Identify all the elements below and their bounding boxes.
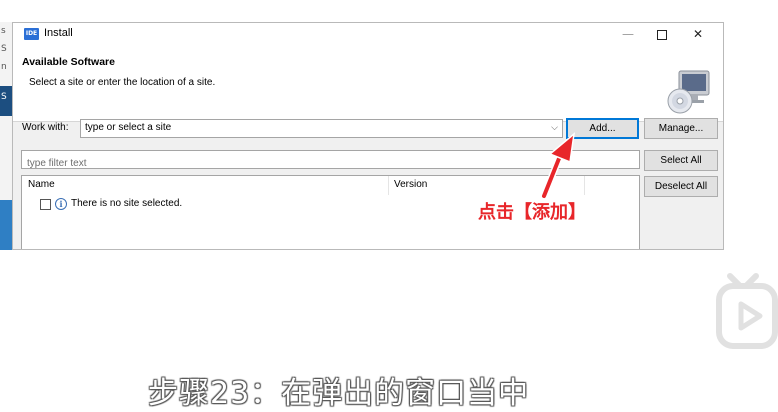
column-divider[interactable] bbox=[388, 176, 389, 195]
work-with-combo[interactable]: type or select a site ⌵ bbox=[80, 119, 563, 138]
select-all-button[interactable]: Select All bbox=[644, 150, 718, 171]
annotation-arrow-icon bbox=[540, 132, 576, 200]
title-bar[interactable]: IDE Install — ✕ bbox=[13, 23, 723, 45]
row-message: There is no site selected. bbox=[71, 198, 183, 209]
install-dialog: IDE Install — ✕ Available Software Selec… bbox=[12, 22, 724, 250]
wizard-header: Available Software Select a site or ente… bbox=[13, 45, 723, 122]
row-checkbox[interactable] bbox=[40, 199, 51, 210]
window-title: Install bbox=[44, 27, 73, 39]
background-letter: S bbox=[1, 92, 7, 102]
annotation-label: 点击【添加】 bbox=[478, 202, 586, 223]
info-icon: i bbox=[55, 198, 67, 210]
column-header-version[interactable]: Version bbox=[394, 179, 427, 190]
video-platform-logo-icon bbox=[716, 273, 778, 349]
background-window-band-blue bbox=[0, 200, 12, 250]
background-letter: s bbox=[1, 26, 6, 36]
page-subtitle: Select a site or enter the location of a… bbox=[29, 77, 216, 88]
subtitle-caption: 步骤23：在弹出的窗口当中 bbox=[148, 376, 530, 411]
deselect-all-button[interactable]: Deselect All bbox=[644, 176, 718, 197]
close-button[interactable]: ✕ bbox=[681, 23, 715, 45]
background-letter: n bbox=[1, 62, 7, 72]
manage-button[interactable]: Manage... bbox=[644, 118, 718, 139]
install-monitor-cd-icon bbox=[667, 70, 710, 114]
work-with-label: Work with: bbox=[22, 122, 69, 133]
maximize-icon bbox=[657, 29, 667, 40]
maximize-button[interactable] bbox=[645, 23, 679, 45]
column-header-name[interactable]: Name bbox=[28, 179, 55, 190]
page-title: Available Software bbox=[22, 56, 115, 68]
minimize-button[interactable]: — bbox=[611, 23, 645, 45]
work-with-value: type or select a site bbox=[85, 122, 172, 133]
ide-app-icon: IDE bbox=[24, 28, 39, 40]
background-letter: S bbox=[1, 44, 7, 54]
